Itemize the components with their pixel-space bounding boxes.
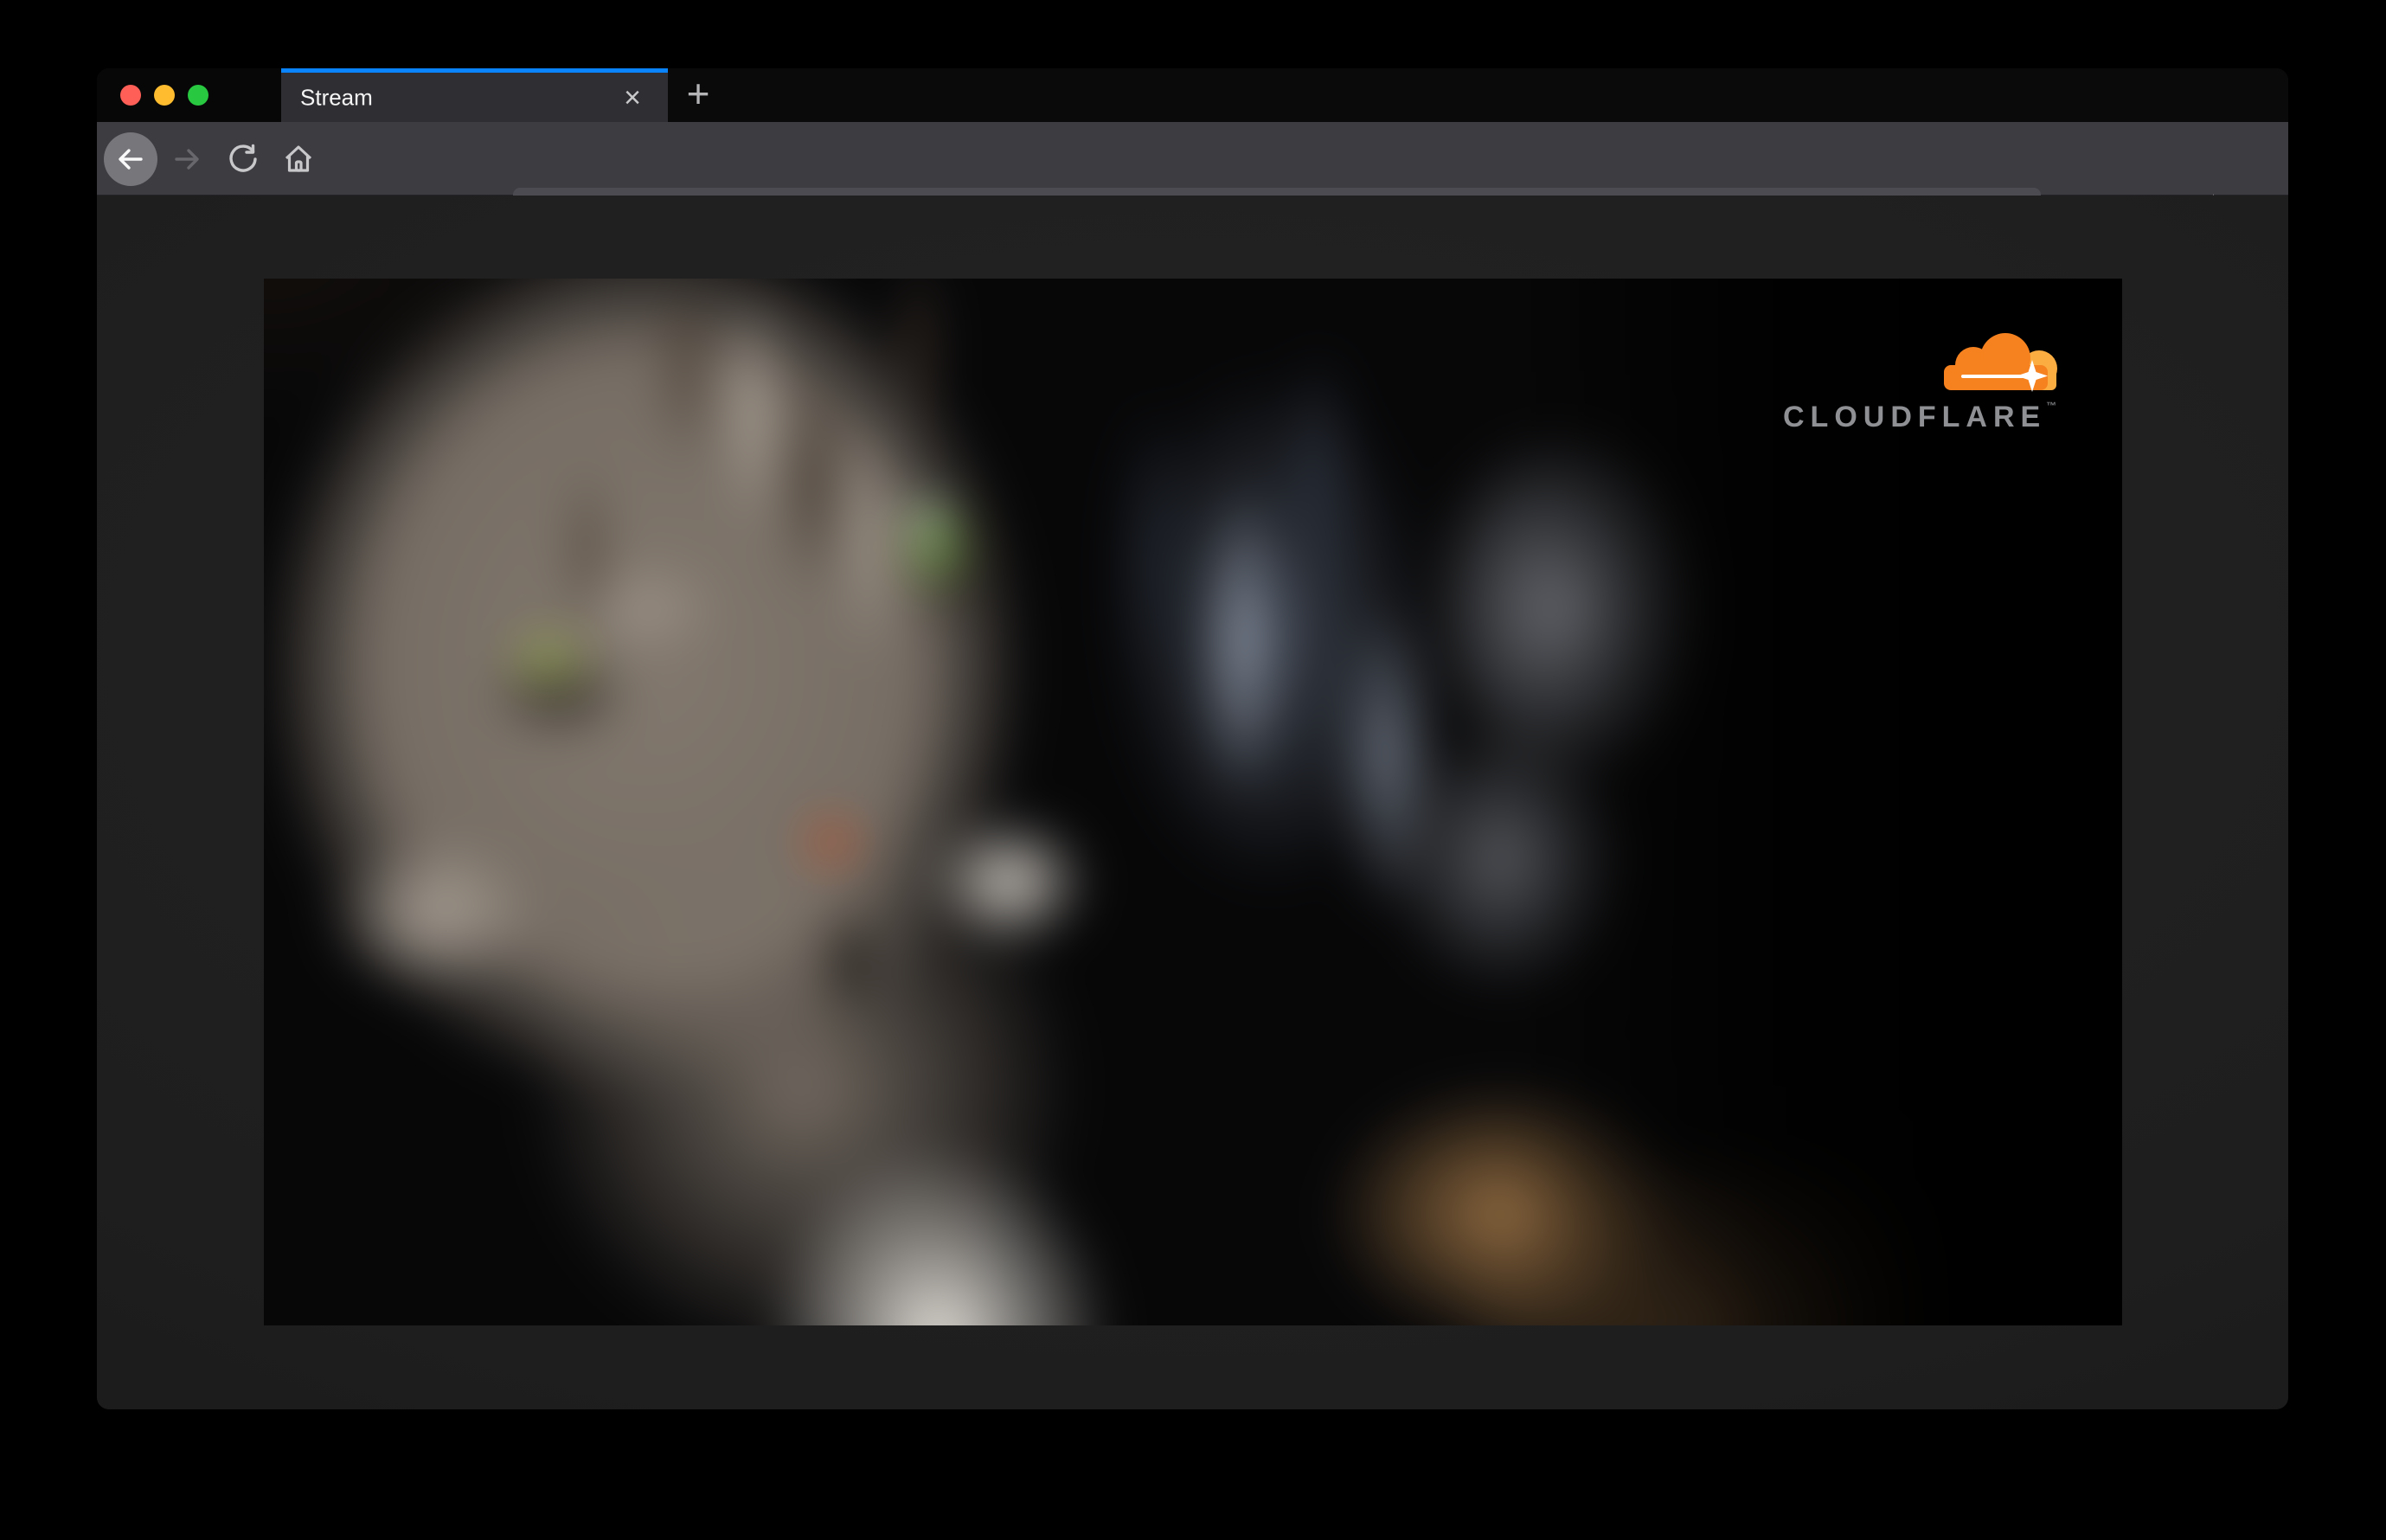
forward-arrow-icon	[175, 148, 199, 170]
cloudflare-cloud-icon	[1944, 333, 2057, 392]
new-tab-button[interactable]: +	[674, 68, 722, 122]
navigation-toolbar: https://watch.cloudflarestream.com/11859…	[97, 122, 2288, 237]
back-button[interactable]	[104, 122, 157, 196]
back-circle	[104, 132, 157, 186]
close-window-button[interactable]	[120, 85, 141, 106]
page-content: CLOUDFLARE™	[97, 196, 2288, 1409]
home-icon	[285, 144, 312, 172]
video-player[interactable]: CLOUDFLARE™	[264, 279, 2122, 1325]
zoom-window-button[interactable]	[188, 85, 208, 106]
traffic-lights	[97, 68, 281, 122]
cloudflare-wordmark: CLOUDFLARE™	[1783, 400, 2057, 433]
reload-button[interactable]	[216, 122, 270, 196]
back-arrow-icon	[119, 148, 143, 170]
home-button[interactable]	[272, 122, 325, 196]
reload-icon	[229, 144, 257, 172]
tab-title: Stream	[300, 84, 373, 110]
desktop: Stream × + CLOUDFLARE™	[0, 0, 2386, 1540]
tab-strip: Stream × +	[97, 68, 2288, 122]
browser-window: Stream × + CLOUDFLARE™	[97, 68, 2288, 1409]
cloudflare-watermark: CLOUDFLARE™	[1783, 329, 2069, 434]
video-frame-cat	[264, 279, 2122, 1325]
tab-close-icon[interactable]: ×	[619, 83, 645, 112]
forward-button[interactable]	[160, 122, 214, 196]
minimize-window-button[interactable]	[154, 85, 175, 106]
tab-stream[interactable]: Stream ×	[281, 68, 668, 122]
